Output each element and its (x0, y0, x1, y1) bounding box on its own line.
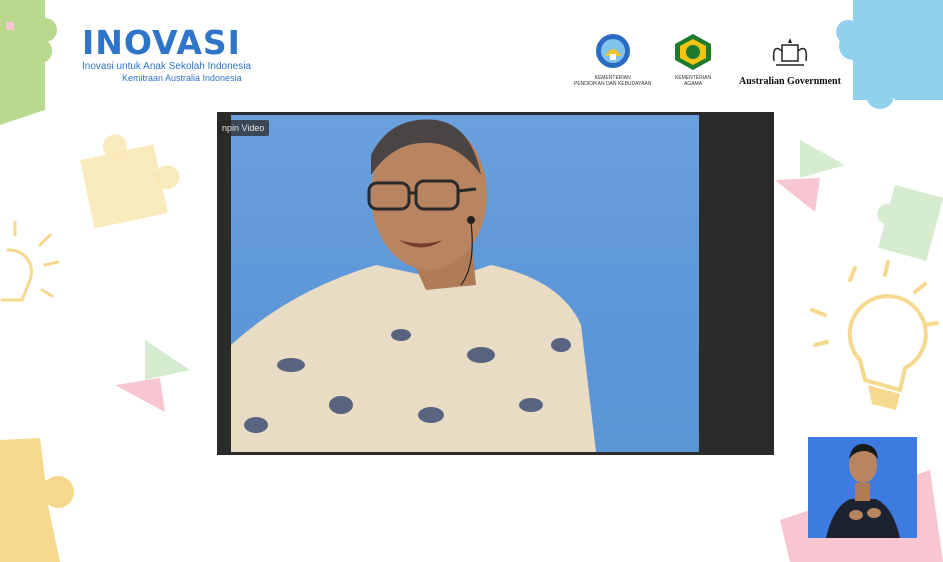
blue-puzzle-shape (836, 0, 943, 109)
green-triangle-right (800, 140, 845, 178)
video-panel[interactable]: npin Video (217, 112, 774, 455)
pink-square (6, 22, 14, 30)
speaker-silhouette (231, 119, 596, 452)
pink-triangle-left (115, 378, 165, 412)
green-triangle-left (145, 340, 190, 380)
brand-subtitle: Inovasi untuk Anak Sekolah Indonesia (82, 61, 252, 72)
australian-government-caption: Australian Government (739, 76, 841, 87)
bottom-yellow-puzzle-shape (0, 438, 74, 562)
yellow-puzzle-shape (80, 134, 180, 229)
australian-government-logo: Australian Government (739, 37, 841, 87)
lightbulb-right-icon (810, 260, 939, 410)
kemendikbud-logo: KEMENTERIAN PENDIDIKAN DAN KEBUDAYAAN (574, 34, 651, 87)
webinar-stage: INOVASI Inovasi untuk Anak Sekolah Indon… (0, 0, 943, 562)
brand-title: INOVASI (82, 23, 241, 62)
green-puzzle-shape (0, 0, 57, 125)
kemendikbud-caption-2: PENDIDIKAN DAN KEBUDAYAAN (574, 81, 652, 87)
interpreter-silhouette (826, 443, 900, 538)
participant-name-label: npin Video (217, 120, 270, 136)
kemenag-logo: KEMENTERIAN AGAMA (673, 34, 713, 87)
pink-triangle-right (775, 178, 820, 212)
sign-language-interpreter-video (808, 437, 917, 538)
green-puzzle-right-shape (877, 185, 943, 261)
brand-partnership: Kemitraan Australia Indonesia (122, 73, 242, 83)
speaker-video (231, 115, 699, 452)
australia-crest-icon (772, 38, 808, 66)
tut-wuri-handayani-icon (595, 34, 630, 68)
kemenag-caption-2: AGAMA (683, 81, 703, 87)
lightbulb-left-icon (0, 220, 60, 302)
inovasi-logo: INOVASI Inovasi untuk Anak Sekolah Indon… (82, 23, 252, 84)
kemenag-emblem-icon (675, 34, 711, 70)
